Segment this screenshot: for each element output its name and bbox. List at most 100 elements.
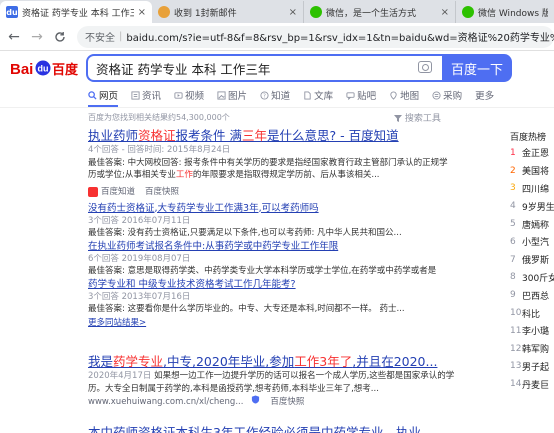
search-tools-button[interactable]: 搜索工具 <box>394 111 441 124</box>
forum-icon <box>346 91 355 100</box>
browser-tab-strip: du 资格证 药学专业 本科 工作三年_百度搜索 × 收到 1封新邮件 × 微信… <box>0 0 554 23</box>
hot-list-item[interactable]: 13 男子起 <box>510 358 554 376</box>
close-tab-icon[interactable]: × <box>138 7 146 18</box>
url-text[interactable]: baidu.com/s?ie=utf-8&f=8&rsv_bp=1&rsv_id… <box>126 29 554 44</box>
separator: | <box>119 31 123 42</box>
verified-icon <box>251 395 260 408</box>
question-icon: ? <box>260 90 269 99</box>
search-vertical-tabs: 网页 资讯 视频 图片 ? 知道 文库 贴吧 地图 采购 更多 <box>0 85 554 107</box>
hot-list-item[interactable]: 2 美国将 <box>510 162 554 180</box>
cache-link[interactable]: 百度快照 <box>145 186 179 198</box>
map-pin-icon <box>390 91 397 100</box>
hot-list-item[interactable]: 5 唐嫣称 <box>510 215 554 233</box>
result-snippet: 历。大专全日制属于药学的,本科是函授药学,想考药师,本科毕业三年了,想考... <box>88 383 379 394</box>
hot-list-item[interactable]: 8 300斤女 <box>510 269 554 287</box>
tab-label: 收到 1封新邮件 <box>174 8 237 19</box>
hot-list-item[interactable]: 4 9岁男生 <box>510 197 554 215</box>
tab-label: 采购 <box>443 91 463 102</box>
cache-link[interactable]: 百度快照 <box>270 396 304 408</box>
hot-list-title: 百度热榜 <box>510 133 547 143</box>
result-title-link[interactable]: 执业药师资格证报考条件 满三年是什么意思? - 百度知道 <box>88 128 488 144</box>
tab-web[interactable]: 网页 <box>88 85 119 107</box>
search-tools-label: 搜索工具 <box>404 114 441 124</box>
address-bar[interactable]: 不安全 | baidu.com/s?ie=utf-8&f=8&rsv_bp=1&… <box>77 25 554 48</box>
not-secure-label[interactable]: 不安全 <box>85 29 115 44</box>
hot-list-item[interactable]: 3 四川绵 <box>510 180 554 198</box>
image-icon <box>217 90 226 100</box>
browser-tab-wechat-windows[interactable]: 微信 Windows 版 <box>456 1 554 23</box>
tab-images[interactable]: 图片 <box>217 85 247 105</box>
tab-label: 地图 <box>400 91 420 102</box>
baidu-logo[interactable]: Bai du 百度 <box>10 57 80 79</box>
close-tab-icon[interactable]: × <box>441 7 449 18</box>
sub-result-meta: 3个回答 2016年07月11日 <box>88 215 191 226</box>
logo-text-cn: 百度 <box>52 62 79 78</box>
search-query-text[interactable]: 资格证 药学专业 本科 工作三年 <box>96 59 270 78</box>
result-title-link[interactable]: 我是药学专业,中专,2020年毕业,参加工作3年了,并且在2020... <box>88 354 488 370</box>
search-result: 执业药师资格证报考条件 满三年是什么意思? - 百度知道 4个回答 - 回答时间… <box>88 128 488 328</box>
result-source: 百度知道 百度快照 <box>88 186 488 198</box>
hot-list-item[interactable]: 10 科比 <box>510 304 554 322</box>
hot-list-item[interactable]: 11 李小璐 <box>510 322 554 340</box>
hot-list-item[interactable]: 1 金正恩 <box>510 144 554 162</box>
search-result: 本中药师资格证本科生3年工作经验必须是中药学专业、执业 <box>88 425 488 433</box>
result-source: www.xuehuiwang.com.cn/xl/cheng... 百度快照 <box>88 395 488 408</box>
reload-icon[interactable] <box>51 28 69 46</box>
hot-list-item[interactable]: 9 巴西总 <box>510 286 554 304</box>
forward-arrow-icon[interactable]: → <box>28 28 46 46</box>
tab-tieba[interactable]: 贴吧 <box>346 85 376 105</box>
result-title-link[interactable]: 本中药师资格证本科生3年工作经验必须是中药学专业、执业 <box>88 425 488 433</box>
more-site-results-link[interactable]: 更多同站结果> <box>88 316 488 328</box>
sub-result-link[interactable]: 没有药士资格证,大专药学专业工作满3年,可以考药师吗 <box>88 202 488 215</box>
divider <box>0 107 554 108</box>
back-arrow-icon[interactable]: ← <box>5 28 23 46</box>
news-icon <box>131 90 140 100</box>
document-icon <box>304 90 311 100</box>
hot-list: 百度热榜 1 金正恩 2 美国将 3 四川绵 4 9岁男生 5 唐嫣称 6 小型汽 7 俄罗斯… <box>510 130 554 393</box>
tab-label: 贴吧 <box>357 91 377 102</box>
tab-news[interactable]: 资讯 <box>131 85 161 105</box>
sub-result-meta: 6个回答 2019年08月07日 <box>88 253 191 264</box>
tab-map[interactable]: 地图 <box>389 85 419 105</box>
tab-label: 微信 Windows 版 <box>478 8 548 19</box>
browser-tab-mail[interactable]: 收到 1封新邮件 × <box>152 1 304 23</box>
tab-purchase[interactable]: 采购 <box>432 85 462 105</box>
tab-more[interactable]: 更多 <box>475 85 494 105</box>
hot-list-item[interactable]: 14 丹麦巨 <box>510 375 554 393</box>
browser-tab-wechat[interactable]: 微信，是一个生活方式 × <box>304 1 456 23</box>
video-icon <box>174 91 183 99</box>
close-tab-icon[interactable]: × <box>289 7 297 18</box>
tab-label: 更多 <box>475 91 495 102</box>
hot-list-item[interactable]: 6 小型汽 <box>510 233 554 251</box>
browser-tab-baidu[interactable]: du 资格证 药学专业 本科 工作三年_百度搜索 × <box>0 1 152 23</box>
camera-icon[interactable] <box>418 61 432 73</box>
purchase-icon <box>432 90 441 100</box>
best-answer: 最佳答案: 中大网校回答: 报考条件中有关学历的要求是指经国家教育行政主管部门承… <box>88 157 448 168</box>
sub-result-link[interactable]: 在执业药师考试报名条件中:从事药学或中药学专业工作年限 <box>88 240 488 253</box>
sub-result-link[interactable]: 药学专业和 中级专业技术资格考试工作几年能考? <box>88 278 488 291</box>
hot-list-item[interactable]: 7 俄罗斯 <box>510 251 554 269</box>
tab-video[interactable]: 视频 <box>174 85 204 105</box>
sub-result-meta: 3个回答 2013年07月16日 <box>88 291 191 302</box>
result-count: 百度为您找到相关结果约54,300,000个 <box>88 113 230 122</box>
wechat-favicon-icon <box>462 6 474 18</box>
hot-list-item[interactable]: 12 韩军购 <box>510 340 554 358</box>
mail-favicon-icon <box>158 6 170 18</box>
source-url[interactable]: www.xuehuiwang.com.cn/xl/cheng... <box>88 396 243 408</box>
tab-label: 视频 <box>185 91 205 102</box>
tab-label: 图片 <box>228 91 248 102</box>
search-button[interactable]: 百度一下 <box>442 54 512 82</box>
browser-toolbar: ← → 不安全 | baidu.com/s?ie=utf-8&f=8&rsv_b… <box>0 23 554 51</box>
search-input[interactable]: 资格证 药学专业 本科 工作三年 <box>86 54 442 82</box>
tab-zhidao[interactable]: ? 知道 <box>260 85 290 105</box>
baidu-header: Bai du 百度 资格证 药学专业 本科 工作三年 百度一下 <box>0 51 554 85</box>
tab-wenku[interactable]: 文库 <box>303 85 333 105</box>
zhidao-logo-icon <box>88 186 98 197</box>
tab-label: 文库 <box>314 91 334 102</box>
tab-label: 资格证 药学专业 本科 工作三年_百度搜索 <box>22 8 134 19</box>
source-name[interactable]: 百度知道 <box>101 186 135 198</box>
sub-result-answer: 最佳答案: 没有药士资格证,只要满足以下条件,也可以考药师: 凡中华人民共和国公… <box>88 228 402 238</box>
tab-label: 网页 <box>99 91 119 102</box>
answer-meta: 4个回答 - 回答时间: 2015年8月24日 <box>88 145 231 155</box>
logo-text-du: du <box>38 64 49 74</box>
